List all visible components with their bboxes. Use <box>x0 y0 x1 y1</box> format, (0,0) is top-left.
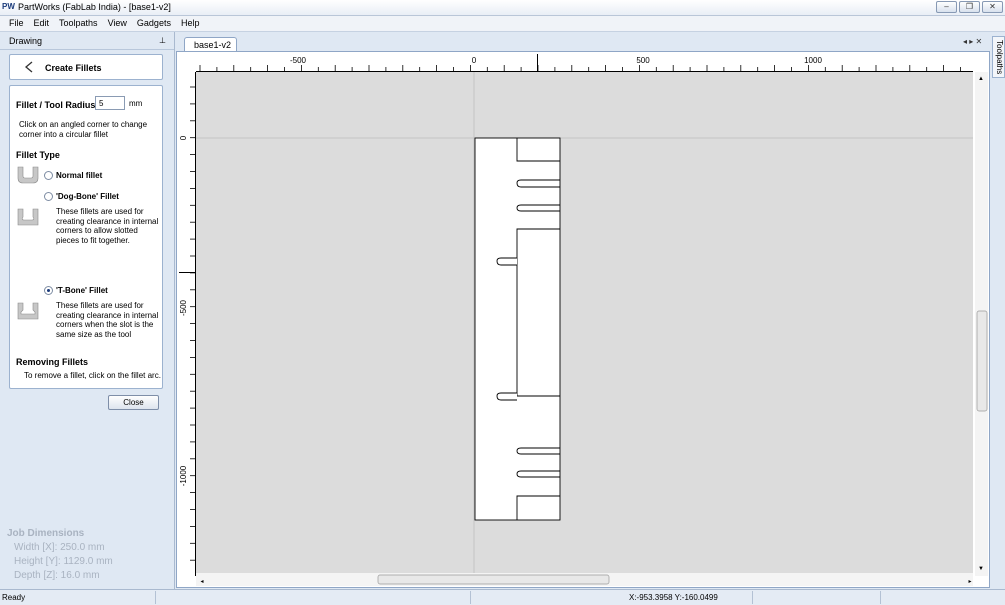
app-icon: PW <box>2 2 15 11</box>
fillet-type-title: Fillet Type <box>16 150 60 160</box>
menu-bar: File Edit Toolpaths View Gadgets Help <box>0 16 1005 32</box>
menu-help[interactable]: Help <box>176 16 205 31</box>
h-ruler-label: 1000 <box>804 56 822 65</box>
status-separator <box>880 591 881 604</box>
part-drawing[interactable] <box>474 137 561 521</box>
v-ruler-label: -1000 <box>179 465 188 486</box>
removing-fillets-text: To remove a fillet, click on the fillet … <box>24 371 161 380</box>
radius-label: Fillet / Tool Radius: <box>16 100 99 110</box>
window-controls: – ❐ ✕ <box>936 1 1003 13</box>
status-separator <box>752 591 753 604</box>
drawing-canvas[interactable]: -500 0 500 1000 0 -500 -1000 ▲ ▼ ◂ ▸ <box>178 53 988 586</box>
job-depth: Depth [Z]: 16.0 mm <box>14 570 100 581</box>
back-arrow-icon[interactable] <box>22 60 36 74</box>
status-bar: Ready X:-953.3958 Y:-160.0499 <box>0 589 1005 605</box>
scroll-down-icon[interactable]: ▼ <box>978 566 984 572</box>
dog-bone-description: These fillets are used for creating clea… <box>56 207 159 245</box>
instruction-text: Click on an angled corner to change corn… <box>19 120 148 139</box>
minimize-button[interactable]: – <box>936 1 957 13</box>
removing-fillets-title: Removing Fillets <box>16 357 89 367</box>
section-title: Create Fillets <box>45 63 102 73</box>
h-ruler-label: 500 <box>636 56 650 65</box>
status-separator <box>155 591 156 604</box>
scroll-right-icon[interactable]: ▸ <box>968 579 971 585</box>
v-ruler-label: -500 <box>179 299 188 316</box>
t-bone-notch[interactable] <box>496 257 517 266</box>
menu-toolpaths[interactable]: Toolpaths <box>54 16 103 31</box>
h-ruler-label: -500 <box>290 56 307 65</box>
normal-fillet-radio[interactable] <box>44 171 53 180</box>
job-dimensions-title: Job Dimensions <box>7 528 85 539</box>
pin-icon[interactable]: ⊥ <box>159 36 166 45</box>
fillet-form: Fillet / Tool Radius: mm Click on an ang… <box>9 85 163 389</box>
document-tab[interactable]: base1-v2 <box>184 37 237 52</box>
restore-button[interactable]: ❐ <box>959 1 980 13</box>
toolpaths-tab-label[interactable]: Toolpaths <box>995 40 1004 74</box>
cursor-coordinates: X:-953.3958 Y:-160.0499 <box>629 593 718 602</box>
job-dimensions: Job Dimensions Width [X]: 250.0 mm Heigh… <box>7 527 113 583</box>
dog-bone-label[interactable]: 'Dog-Bone' Fillet <box>56 192 119 202</box>
normal-fillet-icon <box>17 166 39 184</box>
t-bone-notch[interactable] <box>496 392 517 401</box>
radius-unit: mm <box>129 99 143 108</box>
status-separator <box>470 591 471 604</box>
dog-bone-radio[interactable] <box>44 192 53 201</box>
scroll-left-icon[interactable]: ◂ <box>200 579 203 585</box>
drawing-view[interactable]: -500 0 500 1000 0 -500 -1000 ▲ ▼ ◂ ▸ <box>178 53 988 586</box>
vertical-scroll-thumb[interactable] <box>976 310 988 412</box>
ruler-corner <box>178 53 196 72</box>
close-window-button[interactable]: ✕ <box>982 1 1003 13</box>
tab-navigation[interactable]: ◂ ▸ ✕ <box>963 37 982 46</box>
part-outline[interactable] <box>474 137 561 521</box>
horizontal-scroll-thumb[interactable] <box>377 574 610 585</box>
menu-file[interactable]: File <box>4 16 29 31</box>
toolpaths-side-tab[interactable]: Toolpaths <box>992 36 1005 78</box>
t-bone-radio[interactable] <box>44 286 53 295</box>
panel-title: Drawing <box>9 36 43 46</box>
t-bone-fillet-icon <box>17 302 39 320</box>
canvas-background[interactable] <box>196 72 973 576</box>
dog-bone-fillet-icon <box>17 208 39 226</box>
close-button[interactable]: Close <box>108 395 159 410</box>
t-bone-label[interactable]: 'T-Bone' Fillet <box>56 286 108 296</box>
job-height: Height [Y]: 1129.0 mm <box>14 556 113 567</box>
job-width: Width [X]: 250.0 mm <box>14 542 105 553</box>
normal-fillet-label[interactable]: Normal fillet <box>56 171 102 181</box>
v-ruler-label: 0 <box>179 135 188 140</box>
title-bar: PW PartWorks (FabLab India) - [base1-v2]… <box>0 0 1005 16</box>
menu-gadgets[interactable]: Gadgets <box>132 16 176 31</box>
create-fillets-header: Create Fillets <box>9 54 163 80</box>
panel-header: Drawing ⊥ <box>0 32 174 50</box>
scroll-up-icon[interactable]: ▲ <box>978 76 984 82</box>
menu-edit[interactable]: Edit <box>29 16 55 31</box>
t-bone-description: These fillets are used for creating clea… <box>56 301 159 339</box>
window-title: PartWorks (FabLab India) - [base1-v2] <box>18 2 171 12</box>
drawing-panel: Drawing ⊥ Create Fillets Fillet / Tool R… <box>0 32 175 589</box>
radius-input[interactable] <box>95 96 125 110</box>
h-ruler-label: 0 <box>472 56 477 65</box>
status-text: Ready <box>2 593 26 602</box>
horizontal-ruler <box>196 53 988 72</box>
menu-view[interactable]: View <box>103 16 132 31</box>
